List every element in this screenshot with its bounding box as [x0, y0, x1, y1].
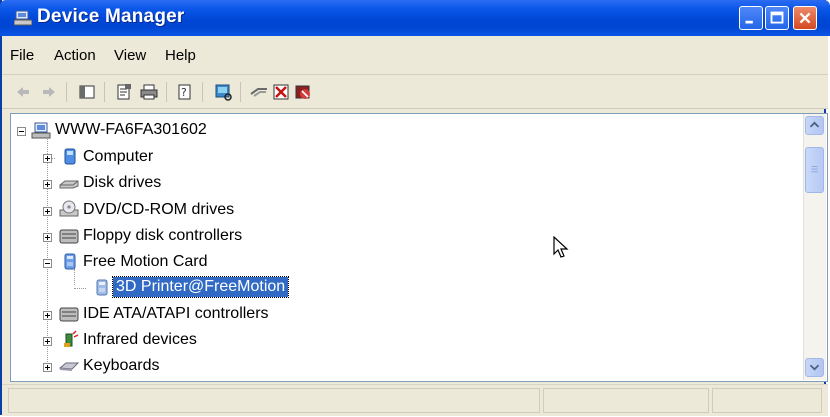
floppy-controller-icon	[59, 229, 79, 244]
infrared-icon	[64, 330, 79, 347]
expand-toggle[interactable]	[43, 207, 52, 216]
menu-help[interactable]: Help	[165, 47, 196, 64]
mouse-cursor-icon	[553, 236, 569, 258]
help-icon[interactable]: ?	[176, 83, 194, 101]
menu-bar: File Action View Help	[2, 36, 828, 75]
collapse-toggle[interactable]	[43, 259, 52, 268]
title-bar[interactable]: Device Manager	[0, 0, 830, 36]
toolbar: ?	[2, 75, 828, 109]
console-tree-icon[interactable]	[78, 83, 96, 101]
expand-toggle[interactable]	[43, 154, 52, 163]
toolbar-separator	[202, 82, 203, 102]
toolbar-separator	[240, 82, 241, 102]
grip-icon	[811, 165, 818, 173]
tree-item-label: Floppy disk controllers	[83, 227, 243, 244]
expand-toggle[interactable]	[43, 337, 52, 346]
back-icon[interactable]	[14, 83, 32, 101]
chevron-up-icon	[809, 121, 820, 128]
status-pane	[712, 388, 822, 413]
expand-toggle[interactable]	[43, 180, 52, 189]
toolbar-separator	[166, 82, 167, 102]
tree-item-label: Free Motion Card	[83, 253, 208, 270]
update-driver-icon[interactable]	[250, 83, 268, 101]
status-pane	[8, 388, 540, 413]
status-pane	[543, 388, 709, 413]
tree-item-label: DVD/CD-ROM drives	[83, 201, 235, 218]
tree-item-label: Disk drives	[83, 174, 162, 191]
minimize-icon	[745, 20, 753, 24]
device-manager-window: Device Manager File Action View Help ? W…	[0, 0, 830, 416]
expand-toggle[interactable]	[43, 233, 52, 242]
collapse-toggle[interactable]	[17, 127, 26, 136]
tree-item-infrared-devices[interactable]: Infrared devices	[41, 328, 341, 354]
chevron-down-icon	[809, 364, 820, 371]
expand-toggle[interactable]	[43, 311, 52, 320]
device-manager-icon	[14, 10, 32, 26]
maximize-icon	[770, 11, 784, 24]
print-icon[interactable]	[140, 83, 158, 101]
toolbar-separator	[66, 82, 67, 102]
device-icon	[96, 279, 108, 296]
tree-item-keyboards[interactable]: Keyboards	[41, 354, 341, 380]
menu-action[interactable]: Action	[54, 47, 96, 64]
computer-root-icon	[31, 122, 51, 139]
tree-item-computer[interactable]: Computer	[41, 145, 341, 171]
tree-item-3d-printer[interactable]: 3D Printer@FreeMotion	[67, 276, 367, 302]
tree-root[interactable]: WWW-FA6FA301602	[17, 118, 317, 144]
toolbar-separator	[104, 82, 105, 102]
tree-item-label: Keyboards	[83, 357, 160, 374]
window-title: Device Manager	[37, 6, 185, 27]
uninstall-icon[interactable]	[272, 83, 290, 101]
disk-drive-icon	[59, 180, 79, 189]
menu-view[interactable]: View	[114, 47, 146, 64]
menu-file[interactable]: File	[10, 47, 34, 64]
tree-item-label: IDE ATA/ATAPI controllers	[83, 305, 269, 322]
tree-item-free-motion-card[interactable]: Free Motion Card	[41, 250, 341, 276]
expand-toggle[interactable]	[43, 363, 52, 372]
dvd-drive-icon	[59, 200, 79, 217]
tree-item-disk-drives[interactable]: Disk drives	[41, 171, 341, 197]
computer-icon	[64, 148, 76, 165]
status-bar	[2, 384, 828, 416]
tree-item-label-selected: 3D Printer@FreeMotion	[111, 276, 290, 298]
keyboard-icon	[59, 362, 79, 371]
close-icon	[799, 12, 811, 24]
close-button[interactable]	[793, 6, 817, 30]
forward-icon[interactable]	[40, 83, 58, 101]
scroll-up-button[interactable]	[805, 116, 824, 135]
maximize-button[interactable]	[765, 6, 789, 30]
tree-root-label: WWW-FA6FA301602	[55, 121, 207, 138]
tree-item-ide-controllers[interactable]: IDE ATA/ATAPI controllers	[41, 302, 381, 328]
tree-guide	[74, 288, 86, 289]
ide-controller-icon	[59, 307, 79, 322]
scroll-thumb[interactable]	[805, 147, 824, 193]
vertical-scrollbar[interactable]	[803, 114, 826, 380]
device-tree[interactable]: WWW-FA6FA301602 Computer Disk drives DVD…	[10, 113, 828, 382]
scroll-down-button[interactable]	[805, 358, 824, 377]
svg-text:?: ?	[181, 86, 187, 99]
tree-item-dvd-drives[interactable]: DVD/CD-ROM drives	[41, 198, 341, 224]
minimize-button[interactable]	[739, 6, 763, 30]
scan-hardware-icon[interactable]	[214, 83, 232, 101]
properties-icon[interactable]	[115, 83, 133, 101]
disable-icon[interactable]	[294, 83, 312, 101]
tree-item-floppy-controllers[interactable]: Floppy disk controllers	[41, 224, 361, 250]
device-icon	[64, 253, 76, 270]
tree-item-label: Computer	[83, 148, 154, 165]
tree-item-label: Infrared devices	[83, 331, 197, 348]
